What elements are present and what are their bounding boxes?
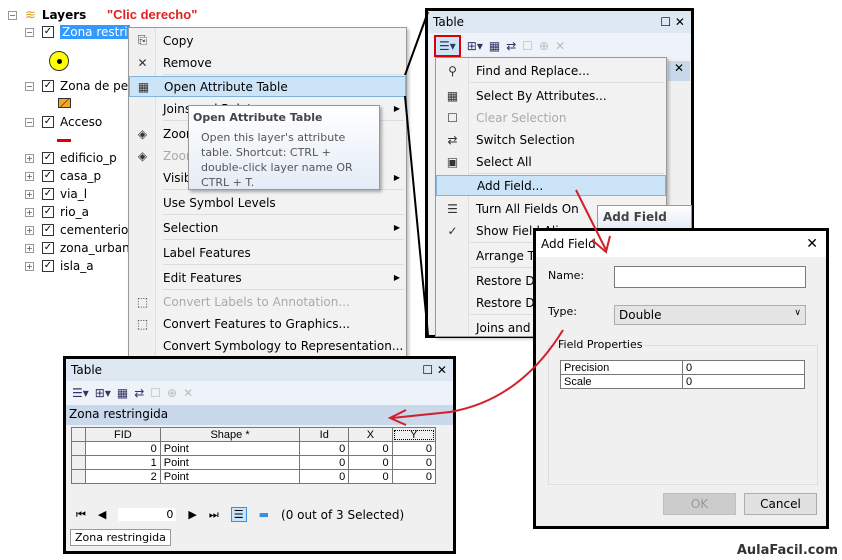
arrow-to-table — [387, 329, 564, 426]
arrow-to-name — [575, 189, 611, 254]
annotation-lines — [387, 11, 611, 426]
watermark: AulaFacil.com — [736, 543, 838, 558]
connector-line — [404, 95, 429, 336]
connector-line — [404, 11, 429, 76]
